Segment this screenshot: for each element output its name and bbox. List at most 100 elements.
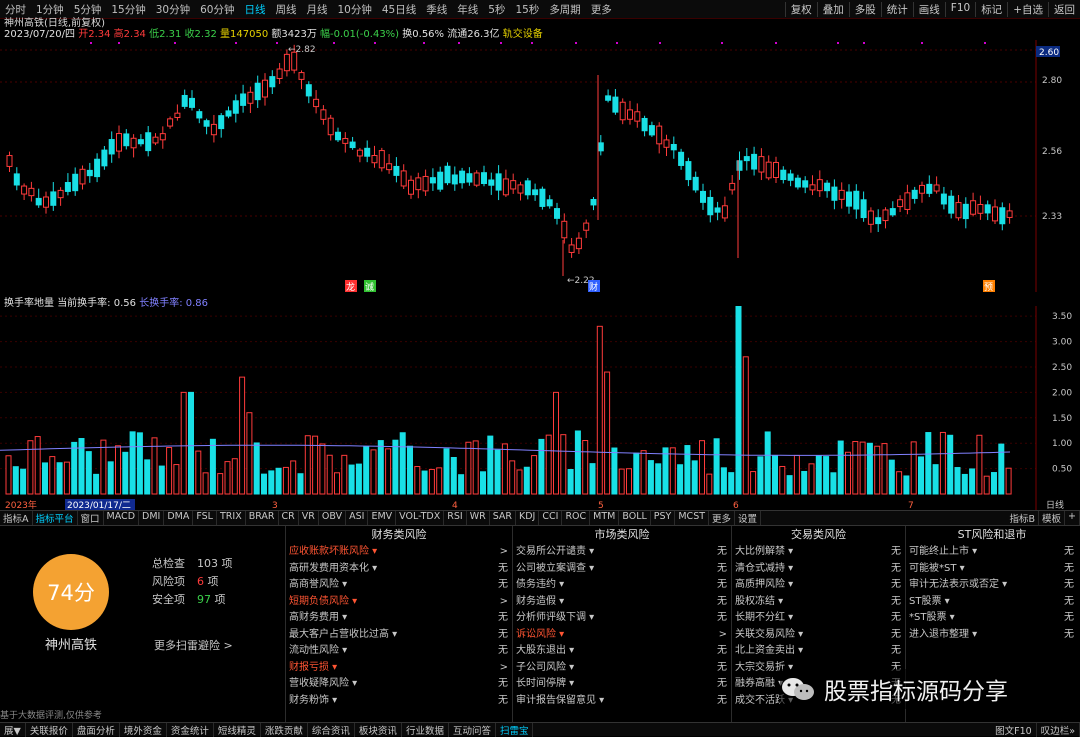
bottom-tab-0[interactable]: 展▼: [0, 722, 26, 737]
risk-item[interactable]: 高财务费用 ▾ 无: [286, 610, 512, 627]
risk-item[interactable]: 子公司风险 ▾ 无: [513, 660, 731, 677]
candlestick-chart[interactable]: 2.802.562.332.60 ←2.82←2.22龙诚财预: [0, 40, 1080, 292]
risk-item[interactable]: 关联交易风险 ▾ 无: [732, 627, 905, 644]
indicator-tab-emv[interactable]: EMV: [368, 511, 397, 525]
risk-item[interactable]: *ST股票 ▾ 无: [906, 610, 1078, 627]
bottom-tab-8[interactable]: 板块资讯: [355, 722, 402, 737]
indicator-tab-a[interactable]: 指标A: [0, 511, 33, 525]
period-tab-2[interactable]: 5分钟: [69, 2, 107, 17]
risk-item[interactable]: 长期不分红 ▾ 无: [732, 610, 905, 627]
indicator-tab-mtm[interactable]: MTM: [590, 511, 620, 525]
toolbar-tool-5[interactable]: F10: [944, 1, 975, 17]
indicator-tab-boll[interactable]: BOLL: [619, 511, 651, 525]
risk-item[interactable]: 财务粉饰 ▾ 无: [286, 693, 512, 710]
period-tab-9[interactable]: 10分钟: [333, 2, 377, 17]
risk-item[interactable]: 应收账款坏账风险 ▾ >: [286, 544, 512, 561]
indicator-right-tab-1[interactable]: 模板: [1039, 511, 1066, 525]
risk-item[interactable]: 最大客户占营收比过高 ▾ 无: [286, 627, 512, 644]
indicator-tab-macd[interactable]: MACD: [104, 511, 140, 525]
risk-item[interactable]: 高质押风险 ▾ 无: [732, 577, 905, 594]
period-tab-14[interactable]: 15秒: [510, 2, 544, 17]
risk-item[interactable]: 债务违约 ▾ 无: [513, 577, 731, 594]
risk-item[interactable]: 高研发费用资本化 ▾ 无: [286, 561, 512, 578]
bottom-tab-4[interactable]: 资金统计: [167, 722, 214, 737]
indicator-tab-asi[interactable]: ASI: [346, 511, 369, 525]
period-tab-15[interactable]: 多周期: [544, 2, 586, 17]
indicator-tab-item[interactable]: 窗口: [78, 511, 104, 525]
period-tab-5[interactable]: 60分钟: [195, 2, 239, 17]
toolbar-tool-1[interactable]: 叠加: [816, 1, 849, 17]
indicator-tab-dmi[interactable]: DMI: [139, 511, 165, 525]
turnover-chart[interactable]: 3.50 3.00 2.50 2.00 1.50 1.00 0.50: [0, 306, 1080, 498]
more-scan-link[interactable]: 更多扫雷避险 >: [154, 637, 233, 653]
period-tab-7[interactable]: 周线: [271, 2, 302, 17]
event-marker[interactable]: 龙: [346, 281, 355, 292]
bottom-tab-10[interactable]: 互动问答: [449, 722, 496, 737]
indicator-tab-obv[interactable]: OBV: [319, 511, 347, 525]
bottom-right-tab-0[interactable]: 图文F10: [991, 722, 1037, 737]
indicator-tab-vol-tdx[interactable]: VOL-TDX: [396, 511, 445, 525]
risk-item[interactable]: 长时间停牌 ▾ 无: [513, 676, 731, 693]
indicator-tab-mcst[interactable]: MCST: [675, 511, 710, 525]
risk-item[interactable]: 审计无法表示或否定 ▾ 无: [906, 577, 1078, 594]
event-marker[interactable]: 诚: [365, 281, 374, 292]
bottom-tab-1[interactable]: 关联报价: [26, 722, 73, 737]
bottom-tab-2[interactable]: 盘面分析: [73, 722, 120, 737]
period-tab-6[interactable]: 日线: [240, 2, 271, 17]
risk-item[interactable]: 公司被立案调查 ▾ 无: [513, 561, 731, 578]
toolbar-tool-0[interactable]: 复权: [784, 1, 817, 17]
risk-item[interactable]: 审计报告保留意见 ▾ 无: [513, 693, 731, 710]
indicator-right-tab-2[interactable]: +: [1065, 511, 1080, 525]
bottom-tab-6[interactable]: 涨跌贡献: [261, 722, 308, 737]
indicator-tab-cr[interactable]: CR: [279, 511, 299, 525]
toolbar-tool-7[interactable]: +自选: [1007, 1, 1048, 17]
indicator-tab-item[interactable]: 指标平台: [33, 511, 78, 525]
risk-item[interactable]: 进入退市整理 ▾ 无: [906, 627, 1078, 644]
period-tab-13[interactable]: 5秒: [483, 2, 510, 17]
risk-item[interactable]: 高商誉风险 ▾ 无: [286, 577, 512, 594]
indicator-tab-fsl[interactable]: FSL: [193, 511, 217, 525]
indicator-tab-trix[interactable]: TRIX: [217, 511, 246, 525]
indicator-tab-cci[interactable]: CCI: [539, 511, 563, 525]
indicator-tab-roc[interactable]: ROC: [562, 511, 591, 525]
indicator-tab-brar[interactable]: BRAR: [246, 511, 279, 525]
period-tab-8[interactable]: 月线: [302, 2, 333, 17]
toolbar-tool-8[interactable]: 返回: [1048, 1, 1080, 17]
indicator-tab-item[interactable]: 设置: [735, 511, 762, 525]
period-tab-3[interactable]: 15分钟: [106, 2, 150, 17]
indicator-tab-item[interactable]: 更多: [709, 511, 736, 525]
bottom-right-tab-1[interactable]: 叹边栏»: [1037, 722, 1080, 737]
indicator-tab-sar[interactable]: SAR: [490, 511, 517, 525]
event-marker[interactable]: 预: [984, 282, 993, 292]
risk-item[interactable]: 短期负债风险 ▾ >: [286, 594, 512, 611]
risk-item[interactable]: ST股票 ▾ 无: [906, 594, 1078, 611]
risk-item[interactable]: 清仓式减持 ▾ 无: [732, 561, 905, 578]
risk-item[interactable]: 可能终止上市 ▾ 无: [906, 544, 1078, 561]
bottom-tab-11[interactable]: 扫雷宝: [496, 722, 534, 737]
indicator-tab-wr[interactable]: WR: [467, 511, 490, 525]
period-tab-4[interactable]: 30分钟: [151, 2, 195, 17]
risk-item[interactable]: 流动性风险 ▾ 无: [286, 643, 512, 660]
indicator-tab-rsi[interactable]: RSI: [444, 511, 467, 525]
risk-item[interactable]: 股权冻结 ▾ 无: [732, 594, 905, 611]
risk-item[interactable]: 大比例解禁 ▾ 无: [732, 544, 905, 561]
bottom-tab-7[interactable]: 综合资讯: [308, 722, 355, 737]
indicator-right-tab-0[interactable]: 指标B: [1006, 511, 1040, 525]
risk-item[interactable]: 可能被*ST ▾ 无: [906, 561, 1078, 578]
risk-item[interactable]: 财务造假 ▾ 无: [513, 594, 731, 611]
period-tab-0[interactable]: 分时: [0, 2, 31, 17]
toolbar-tool-6[interactable]: 标记: [975, 1, 1007, 17]
indicator-tab-kdj[interactable]: KDJ: [516, 511, 540, 525]
toolbar-tool-3[interactable]: 统计: [880, 1, 913, 17]
period-tab-11[interactable]: 季线: [421, 2, 452, 17]
bottom-tab-5[interactable]: 短线精灵: [214, 722, 261, 737]
indicator-tab-vr[interactable]: VR: [299, 511, 319, 525]
toolbar-tool-4[interactable]: 画线: [912, 1, 945, 17]
risk-item[interactable]: 大股东退出 ▾ 无: [513, 643, 731, 660]
risk-item[interactable]: 北上资金卖出 ▾ 无: [732, 643, 905, 660]
bottom-tab-9[interactable]: 行业数据: [402, 722, 449, 737]
event-marker[interactable]: 财: [589, 281, 598, 292]
risk-item[interactable]: 分析师评级下调 ▾ 无: [513, 610, 731, 627]
period-tab-10[interactable]: 45日线: [377, 2, 421, 17]
risk-item[interactable]: 营收疑降风险 ▾ 无: [286, 676, 512, 693]
